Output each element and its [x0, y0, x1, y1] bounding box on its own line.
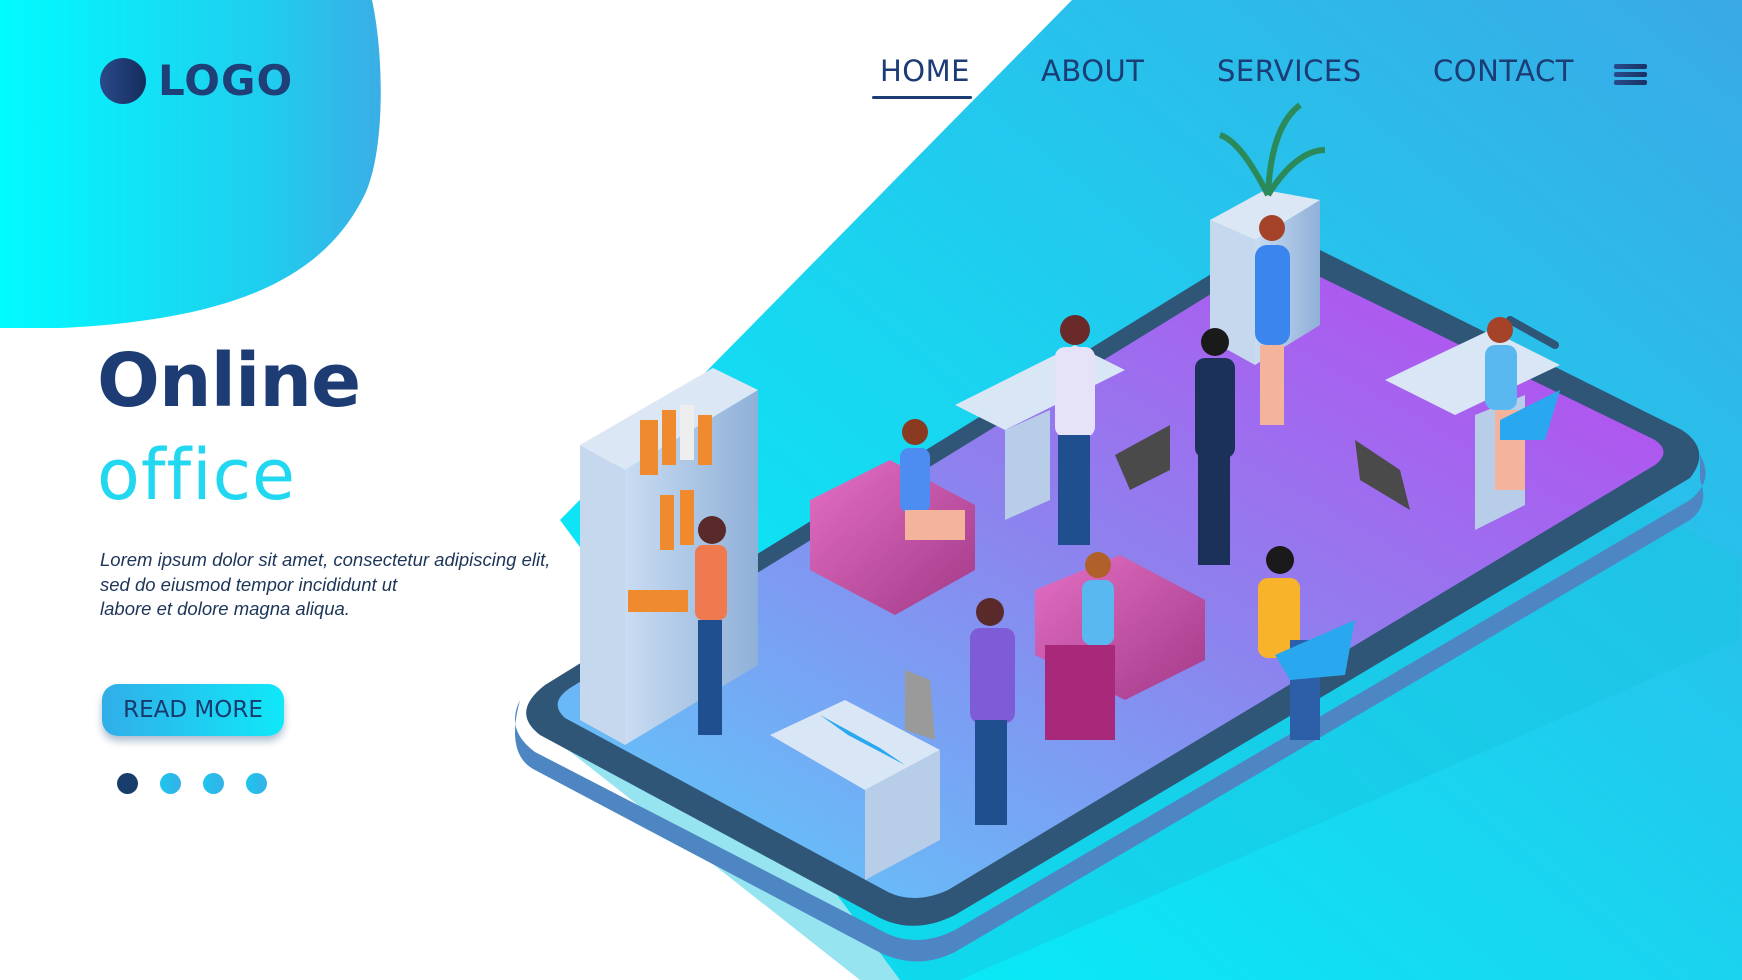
hamburger-menu-icon[interactable]: [1614, 64, 1647, 86]
read-more-button[interactable]: READ MORE: [102, 684, 284, 736]
nav-services[interactable]: SERVICES: [1217, 54, 1362, 88]
hero-title: Online: [97, 338, 361, 424]
carousel-dot-3[interactable]: [203, 773, 224, 794]
hero-description-line: sed do eiusmod tempor incididunt ut: [100, 573, 398, 595]
person-suit: [1195, 328, 1235, 565]
hero-description-line: Lorem ipsum dolor sit amet, consectetur …: [100, 549, 551, 570]
phone-speaker: [1506, 316, 1559, 349]
carousel-dot-4[interactable]: [246, 773, 267, 794]
hero-subtitle: office: [97, 434, 297, 516]
carousel-dot-2[interactable]: [160, 773, 181, 794]
person-white-shirt: [1055, 315, 1095, 545]
hero-description: Lorem ipsum dolor sit amet, consectetur …: [100, 548, 580, 622]
carousel-pagination: [117, 773, 267, 794]
carousel-dot-1[interactable]: [117, 773, 138, 794]
nav-home[interactable]: HOME: [872, 54, 972, 99]
plant: [1218, 102, 1326, 197]
nav-contact[interactable]: CONTACT: [1433, 54, 1574, 88]
main-nav: HOME ABOUT SERVICES CONTACT: [0, 54, 1742, 104]
hero-description-line: labore et dolore magna aliqua.: [100, 598, 350, 619]
nav-about[interactable]: ABOUT: [1041, 54, 1145, 88]
